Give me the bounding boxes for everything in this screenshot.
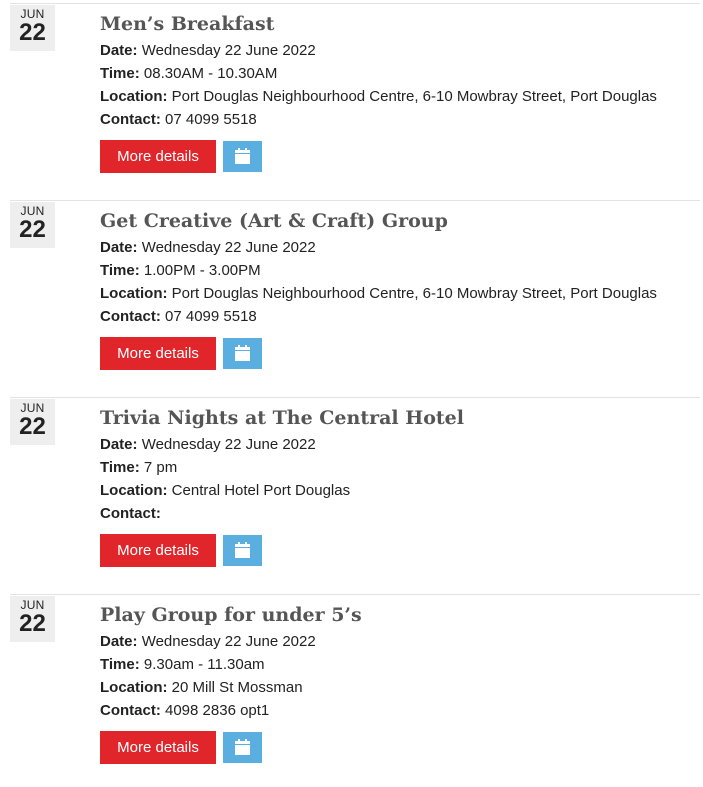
location-value: 20 Mill St Mossman bbox=[171, 679, 303, 696]
event-contact: Contact: bbox=[100, 505, 161, 523]
event-location: Location: Port Douglas Neighbourhood Cen… bbox=[100, 285, 657, 303]
date-day: 22 bbox=[19, 610, 46, 637]
date-badge: JUN 22 bbox=[10, 202, 55, 248]
calendar-icon bbox=[235, 542, 250, 558]
event-contact: Contact: 07 4099 5518 bbox=[100, 308, 257, 326]
location-value: Central Hotel Port Douglas bbox=[171, 482, 351, 499]
event-title: Trivia Nights at The Central Hotel bbox=[100, 407, 464, 429]
time-value: 08.30AM - 10.30AM bbox=[143, 65, 278, 82]
date-value: Wednesday 22 June 2022 bbox=[141, 239, 316, 256]
add-to-calendar-button[interactable] bbox=[223, 141, 262, 172]
add-to-calendar-button[interactable] bbox=[223, 338, 262, 369]
calendar-icon bbox=[235, 739, 250, 755]
contact-value: 07 4099 5518 bbox=[165, 111, 257, 128]
event-time: Time: 1.00PM - 3.00PM bbox=[100, 262, 261, 280]
event-title: Play Group for under 5’s bbox=[100, 604, 362, 626]
date-day: 22 bbox=[19, 19, 46, 46]
event-date: Date: Wednesday 22 June 2022 bbox=[100, 239, 316, 257]
event-divider bbox=[10, 397, 700, 398]
date-badge: JUN 22 bbox=[10, 596, 55, 642]
time-label: Time: bbox=[100, 656, 140, 673]
time-label: Time: bbox=[100, 262, 140, 279]
event-divider bbox=[10, 200, 700, 201]
location-value: Port Douglas Neighbourhood Centre, 6-10 … bbox=[171, 285, 657, 302]
date-label: Date: bbox=[100, 436, 138, 453]
time-value: 7 pm bbox=[143, 459, 178, 476]
event-item: JUN 22 Men’s Breakfast Date: Wednesday 2… bbox=[0, 0, 700, 196]
contact-value: 4098 2836 opt1 bbox=[165, 702, 270, 719]
event-location: Location: Port Douglas Neighbourhood Cen… bbox=[100, 88, 657, 106]
time-label: Time: bbox=[100, 459, 140, 476]
location-value: Port Douglas Neighbourhood Centre, 6-10 … bbox=[171, 88, 657, 105]
time-value: 9.30am - 11.30am bbox=[143, 656, 265, 673]
date-label: Date: bbox=[100, 633, 138, 650]
more-details-button[interactable]: More details bbox=[100, 337, 216, 370]
date-badge: JUN 22 bbox=[10, 399, 55, 445]
event-date: Date: Wednesday 22 June 2022 bbox=[100, 42, 316, 60]
event-item: JUN 22 Trivia Nights at The Central Hote… bbox=[0, 394, 700, 590]
location-label: Location: bbox=[100, 88, 168, 105]
add-to-calendar-button[interactable] bbox=[223, 732, 262, 763]
event-date: Date: Wednesday 22 June 2022 bbox=[100, 436, 316, 454]
event-location: Location: 20 Mill St Mossman bbox=[100, 679, 303, 697]
calendar-icon bbox=[235, 345, 250, 361]
event-item: JUN 22 Play Group for under 5’s Date: We… bbox=[0, 591, 700, 787]
event-divider bbox=[10, 3, 700, 4]
event-divider bbox=[10, 594, 700, 595]
event-item: JUN 22 Get Creative (Art & Craft) Group … bbox=[0, 197, 700, 393]
date-day: 22 bbox=[19, 216, 46, 243]
location-label: Location: bbox=[100, 482, 168, 499]
more-details-button[interactable]: More details bbox=[100, 731, 216, 764]
contact-value: 07 4099 5518 bbox=[165, 308, 257, 325]
event-location: Location: Central Hotel Port Douglas bbox=[100, 482, 350, 500]
event-time: Time: 08.30AM - 10.30AM bbox=[100, 65, 277, 83]
date-day: 22 bbox=[19, 413, 46, 440]
more-details-button[interactable]: More details bbox=[100, 534, 216, 567]
date-label: Date: bbox=[100, 239, 138, 256]
event-date: Date: Wednesday 22 June 2022 bbox=[100, 633, 316, 651]
contact-label: Contact: bbox=[100, 308, 161, 325]
contact-label: Contact: bbox=[100, 111, 161, 128]
event-time: Time: 7 pm bbox=[100, 459, 177, 477]
date-badge: JUN 22 bbox=[10, 5, 55, 51]
date-value: Wednesday 22 June 2022 bbox=[141, 633, 316, 650]
event-title: Get Creative (Art & Craft) Group bbox=[100, 210, 448, 232]
date-label: Date: bbox=[100, 42, 138, 59]
event-contact: Contact: 4098 2836 opt1 bbox=[100, 702, 269, 720]
time-label: Time: bbox=[100, 65, 140, 82]
more-details-button[interactable]: More details bbox=[100, 140, 216, 173]
contact-label: Contact: bbox=[100, 702, 161, 719]
contact-label: Contact: bbox=[100, 505, 161, 522]
event-contact: Contact: 07 4099 5518 bbox=[100, 111, 257, 129]
event-title: Men’s Breakfast bbox=[100, 13, 275, 35]
add-to-calendar-button[interactable] bbox=[223, 535, 262, 566]
time-value: 1.00PM - 3.00PM bbox=[143, 262, 261, 279]
calendar-icon bbox=[235, 148, 250, 164]
location-label: Location: bbox=[100, 679, 168, 696]
date-value: Wednesday 22 June 2022 bbox=[141, 42, 316, 59]
event-time: Time: 9.30am - 11.30am bbox=[100, 656, 265, 674]
date-value: Wednesday 22 June 2022 bbox=[141, 436, 316, 453]
location-label: Location: bbox=[100, 285, 168, 302]
